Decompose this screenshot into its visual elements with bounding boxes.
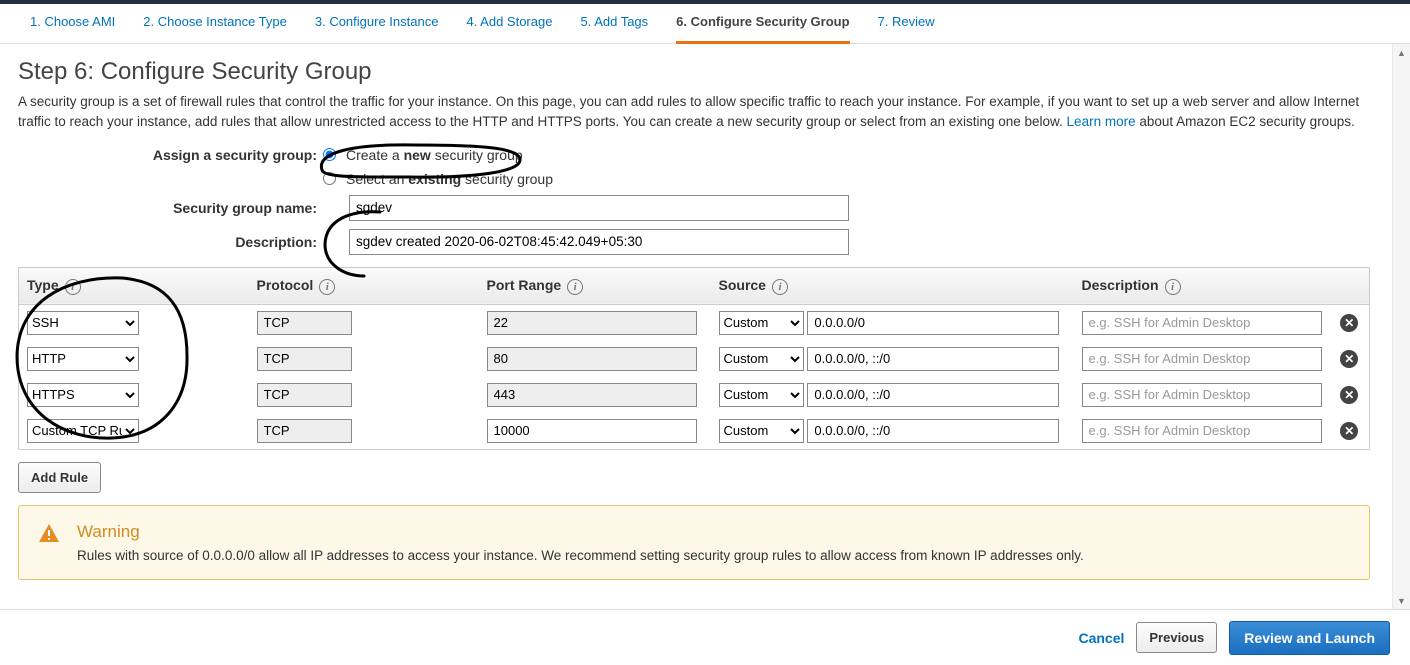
rule-port-input bbox=[487, 383, 697, 407]
rule-description-input[interactable] bbox=[1082, 347, 1322, 371]
rule-source-cidr-input[interactable] bbox=[807, 419, 1059, 443]
rule-source-cidr-input[interactable] bbox=[807, 383, 1059, 407]
rule-protocol-input bbox=[257, 311, 352, 335]
learn-more-link[interactable]: Learn more bbox=[1067, 114, 1136, 129]
info-icon[interactable]: i bbox=[1165, 279, 1181, 295]
warning-title: Warning bbox=[77, 522, 1084, 542]
wizard-step-7[interactable]: 7. Review bbox=[878, 14, 935, 41]
rule-port-input bbox=[487, 347, 697, 371]
rule-type-select[interactable]: SSH bbox=[27, 311, 139, 335]
rule-source-type-select[interactable]: Custom bbox=[719, 311, 804, 335]
rule-source-type-select[interactable]: Custom bbox=[719, 347, 804, 371]
wizard-step-6[interactable]: 6. Configure Security Group bbox=[676, 14, 849, 44]
sg-desc-input[interactable] bbox=[349, 229, 849, 255]
wizard-step-2[interactable]: 2. Choose Instance Type bbox=[143, 14, 287, 41]
info-icon[interactable]: i bbox=[567, 279, 583, 295]
wizard-step-3[interactable]: 3. Configure Instance bbox=[315, 14, 439, 41]
page-description: A security group is a set of firewall ru… bbox=[18, 92, 1370, 133]
wizard-step-1[interactable]: 1. Choose AMI bbox=[30, 14, 115, 41]
col-protocol-header: Protocol bbox=[257, 277, 314, 293]
rule-description-input[interactable] bbox=[1082, 383, 1322, 407]
sg-name-input[interactable] bbox=[349, 195, 849, 221]
rule-source-type-select[interactable]: Custom bbox=[719, 383, 804, 407]
info-icon[interactable]: i bbox=[319, 279, 335, 295]
radio-select-existing-label: Select an existing security group bbox=[346, 171, 553, 187]
warning-icon bbox=[37, 522, 61, 563]
scroll-up-icon[interactable]: ▲ bbox=[1393, 44, 1410, 61]
warning-text: Rules with source of 0.0.0.0/0 allow all… bbox=[77, 548, 1084, 563]
remove-rule-icon[interactable]: ✕ bbox=[1340, 386, 1358, 404]
rule-source-cidr-input[interactable] bbox=[807, 347, 1059, 371]
content-scroll[interactable]: Step 6: Configure Security Group A secur… bbox=[0, 44, 1388, 609]
previous-button[interactable]: Previous bbox=[1136, 622, 1217, 653]
add-rule-button[interactable]: Add Rule bbox=[18, 462, 101, 493]
footer: Cancel Previous Review and Launch bbox=[0, 609, 1410, 665]
radio-select-existing[interactable] bbox=[323, 172, 336, 185]
scroll-down-icon[interactable]: ▼ bbox=[1393, 592, 1410, 609]
wizard-step-5[interactable]: 5. Add Tags bbox=[580, 14, 648, 41]
rule-port-input bbox=[487, 311, 697, 335]
sg-desc-label: Description: bbox=[18, 234, 323, 250]
radio-create-new[interactable] bbox=[323, 148, 336, 161]
rule-protocol-input bbox=[257, 383, 352, 407]
rules-table: Typei Protocoli Port Rangei Sourcei Desc… bbox=[18, 267, 1370, 450]
rule-type-select[interactable]: Custom TCP Rule bbox=[27, 419, 139, 443]
rule-source-type-select[interactable]: Custom bbox=[719, 419, 804, 443]
rule-source-cidr-input[interactable] bbox=[807, 311, 1059, 335]
review-and-launch-button[interactable]: Review and Launch bbox=[1229, 621, 1390, 655]
remove-rule-icon[interactable]: ✕ bbox=[1340, 422, 1358, 440]
rule-description-input[interactable] bbox=[1082, 311, 1322, 335]
remove-rule-icon[interactable]: ✕ bbox=[1340, 314, 1358, 332]
rule-type-select[interactable]: HTTP bbox=[27, 347, 139, 371]
rule-port-input[interactable] bbox=[487, 419, 697, 443]
table-row: SSH Custom ✕ bbox=[19, 304, 1370, 341]
col-description-header: Description bbox=[1082, 277, 1159, 293]
vertical-scrollbar[interactable]: ▲ ▼ bbox=[1392, 44, 1410, 609]
cancel-button[interactable]: Cancel bbox=[1078, 630, 1124, 646]
rule-protocol-input bbox=[257, 347, 352, 371]
col-source-header: Source bbox=[719, 277, 766, 293]
table-row: Custom TCP Rule Custom ✕ bbox=[19, 413, 1370, 450]
page-title: Step 6: Configure Security Group bbox=[18, 58, 1370, 86]
rule-description-input[interactable] bbox=[1082, 419, 1322, 443]
col-type-header: Type bbox=[27, 277, 59, 293]
info-icon[interactable]: i bbox=[65, 279, 81, 295]
assign-sg-label: Assign a security group: bbox=[18, 147, 323, 163]
rule-protocol-input bbox=[257, 419, 352, 443]
radio-create-new-label: Create a new security group bbox=[346, 147, 523, 163]
table-row: HTTP Custom ✕ bbox=[19, 341, 1370, 377]
info-icon[interactable]: i bbox=[772, 279, 788, 295]
remove-rule-icon[interactable]: ✕ bbox=[1340, 350, 1358, 368]
wizard-step-4[interactable]: 4. Add Storage bbox=[466, 14, 552, 41]
col-port-header: Port Range bbox=[487, 277, 562, 293]
wizard-steps: 1. Choose AMI 2. Choose Instance Type 3. C… bbox=[0, 4, 1410, 44]
sg-name-label: Security group name: bbox=[18, 200, 323, 216]
rule-type-select[interactable]: HTTPS bbox=[27, 383, 139, 407]
warning-panel: Warning Rules with source of 0.0.0.0/0 a… bbox=[18, 505, 1370, 580]
table-row: HTTPS Custom ✕ bbox=[19, 377, 1370, 413]
